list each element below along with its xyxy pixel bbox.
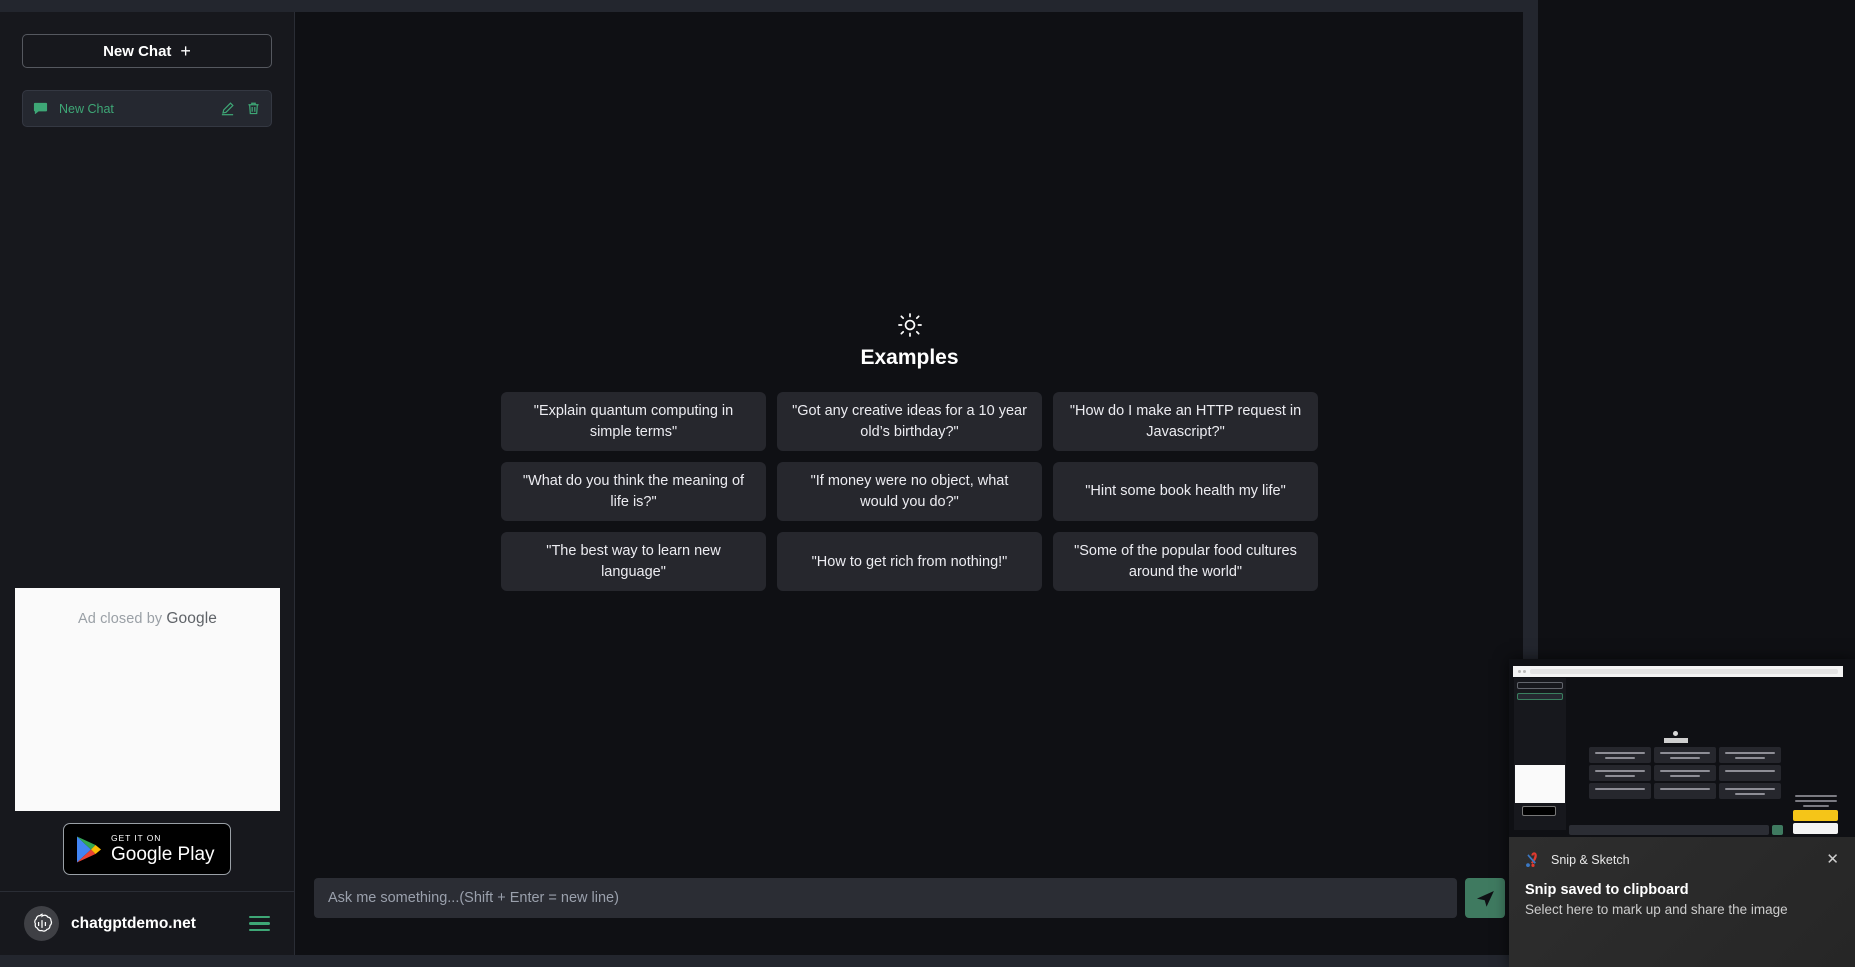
sidebar-spacer xyxy=(0,127,294,588)
google-play-badge[interactable]: GET IT ON Google Play xyxy=(63,823,231,875)
sidebar-footer: chatgptdemo.net xyxy=(0,891,294,955)
new-chat-button[interactable]: New Chat + xyxy=(22,34,272,68)
close-icon[interactable]: ✕ xyxy=(1826,852,1839,867)
ad-closed-label: Ad closed by Google xyxy=(78,610,217,811)
mini-example-card xyxy=(1654,765,1716,781)
google-ad-slot: Ad closed by Google xyxy=(15,588,280,811)
mini-google-play xyxy=(1522,806,1556,816)
example-card[interactable]: "How do I make an HTTP request in Javasc… xyxy=(1053,392,1318,451)
main-content: Examples "Explain quantum computing in s… xyxy=(296,12,1523,955)
mini-browser-chrome xyxy=(1513,666,1843,677)
example-card[interactable]: "What do you think the meaning of life i… xyxy=(501,462,766,521)
hamburger-menu-icon[interactable] xyxy=(249,916,270,932)
chat-list-item[interactable]: New Chat xyxy=(22,90,272,127)
mini-example-card xyxy=(1654,747,1716,763)
site-name-label: chatgptdemo.net xyxy=(71,915,237,933)
mini-example-card xyxy=(1589,747,1651,763)
mini-example-card xyxy=(1719,765,1781,781)
app-root: New Chat + New Chat xyxy=(0,0,1855,967)
mini-example-card xyxy=(1719,747,1781,763)
mini-example-card xyxy=(1589,783,1651,799)
mini-example-card xyxy=(1719,783,1781,799)
snip-preview-thumbnail xyxy=(1509,659,1855,837)
ad-closed-text: Ad closed by xyxy=(78,611,166,627)
mini-ad xyxy=(1515,765,1565,803)
new-chat-label: New Chat xyxy=(103,43,171,60)
toast-body: Snip & Sketch ✕ Snip saved to clipboard … xyxy=(1509,837,1855,967)
mini-examples-title xyxy=(1664,738,1688,743)
google-play-wrap: GET IT ON Google Play xyxy=(0,811,294,891)
window-bottom-strip xyxy=(0,955,1523,967)
example-card[interactable]: "The best way to learn new language" xyxy=(501,532,766,591)
mini-example-card xyxy=(1654,783,1716,799)
plus-icon: + xyxy=(180,42,191,60)
snip-sketch-icon xyxy=(1525,851,1542,868)
example-card[interactable]: "Got any creative ideas for a 10 year ol… xyxy=(777,392,1042,451)
toast-app-name: Snip & Sketch xyxy=(1551,853,1817,867)
paper-plane-icon xyxy=(1475,888,1496,909)
toast-header: Snip & Sketch ✕ xyxy=(1525,851,1839,868)
sun-icon xyxy=(897,312,923,338)
google-play-icon xyxy=(76,835,102,864)
sidebar: New Chat + New Chat xyxy=(0,12,295,955)
google-wordmark: Google xyxy=(166,610,217,627)
send-button[interactable] xyxy=(1465,878,1505,918)
toast-subtitle: Select here to mark up and share the ima… xyxy=(1525,902,1839,917)
windows-toast-notification[interactable]: Snip & Sketch ✕ Snip saved to clipboard … xyxy=(1509,659,1855,967)
mini-new-chat-button xyxy=(1517,682,1563,689)
mini-sidebar-footer xyxy=(1516,822,1564,830)
google-play-top-label: GET IT ON xyxy=(111,834,215,843)
mini-yellow-button xyxy=(1793,810,1838,821)
mini-send-button xyxy=(1772,825,1783,835)
example-card[interactable]: "Hint some book health my life" xyxy=(1053,462,1318,521)
openai-logo-icon xyxy=(24,906,59,941)
example-card[interactable]: "How to get rich from nothing!" xyxy=(777,532,1042,591)
page-title: Examples xyxy=(860,346,958,370)
window-top-strip xyxy=(0,0,1523,12)
message-input[interactable] xyxy=(314,878,1457,918)
mini-chat-item xyxy=(1517,693,1563,700)
chat-list-item-label: New Chat xyxy=(59,102,209,116)
example-card[interactable]: "Explain quantum computing in simple ter… xyxy=(501,392,766,451)
mini-composer-input xyxy=(1569,825,1769,835)
delete-icon[interactable] xyxy=(246,101,261,116)
chat-bubble-icon xyxy=(33,101,48,116)
example-card[interactable]: "If money were no object, what would you… xyxy=(777,462,1042,521)
examples-section: Examples "Explain quantum computing in s… xyxy=(296,12,1523,872)
composer-bar xyxy=(296,878,1523,918)
google-play-bottom-label: Google Play xyxy=(111,845,215,864)
mini-sun-icon xyxy=(1673,731,1678,736)
mini-white-button xyxy=(1793,823,1838,834)
edit-icon[interactable] xyxy=(220,101,235,116)
chat-list: New Chat xyxy=(0,90,294,127)
mini-example-card xyxy=(1589,765,1651,781)
thumbnail-mini-page xyxy=(1509,659,1855,837)
toast-title: Snip saved to clipboard xyxy=(1525,882,1839,898)
example-card[interactable]: "Some of the popular food cultures aroun… xyxy=(1053,532,1318,591)
examples-grid: "Explain quantum computing in simple ter… xyxy=(501,392,1318,591)
